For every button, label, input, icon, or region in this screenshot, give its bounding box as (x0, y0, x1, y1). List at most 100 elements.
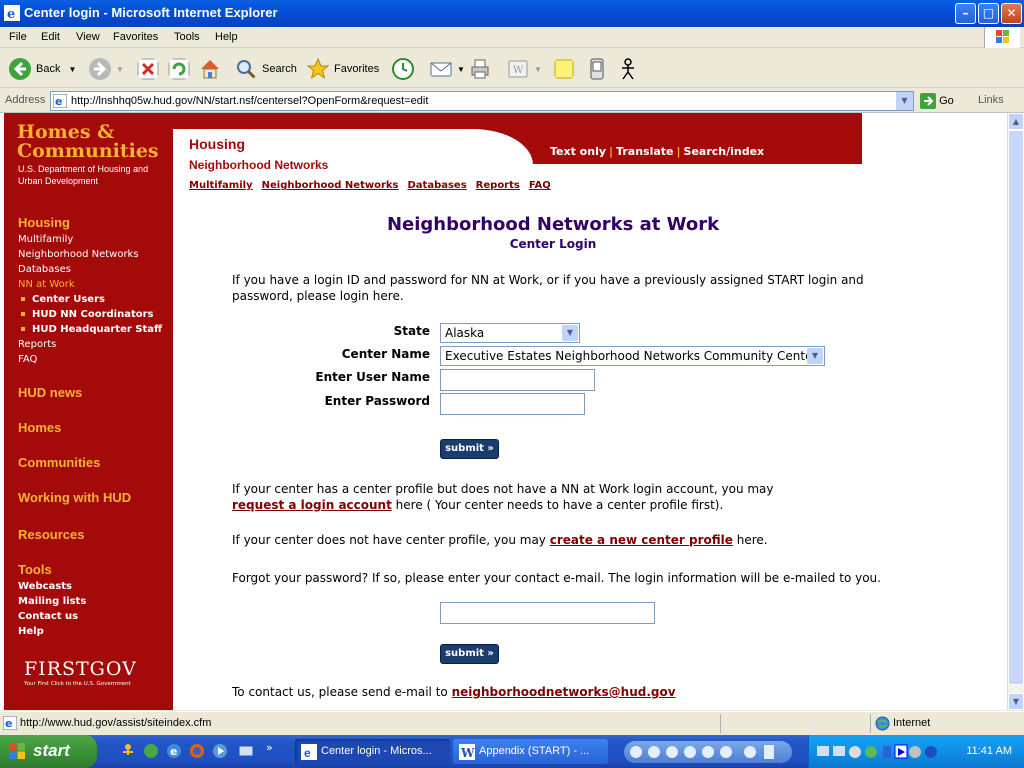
print-button[interactable] (468, 55, 496, 83)
quicklaunch-ie-icon[interactable]: e (166, 743, 182, 759)
vertical-scrollbar[interactable]: ▲ ▼ (1007, 113, 1024, 710)
sidebar-homes[interactable]: Homes (18, 420, 61, 435)
address-dropdown-icon[interactable]: ▼ (896, 92, 913, 110)
close-button[interactable]: ✕ (1001, 3, 1022, 24)
sidebar-databases[interactable]: Databases (18, 264, 71, 275)
history-button[interactable] (391, 55, 419, 83)
research-button[interactable] (616, 55, 644, 83)
username-input[interactable] (440, 369, 595, 391)
edit-button[interactable]: W ▼ (506, 55, 542, 83)
menu-bar: File Edit View Favorites Tools Help (0, 27, 1024, 48)
discuss-button[interactable] (552, 55, 580, 83)
subnav-reports[interactable]: Reports (476, 180, 520, 191)
ie-icon: e (4, 5, 20, 21)
menu-tools[interactable]: Tools (174, 31, 200, 43)
translate-link[interactable]: Translate (616, 145, 673, 158)
favorites-button[interactable]: Favorites (306, 55, 379, 83)
sub-navigation: Multifamily Neighborhood Networks Database… (189, 180, 560, 191)
center-name-label: Center Name (341, 347, 430, 361)
sidebar-tools[interactable]: Tools (18, 562, 52, 577)
go-button[interactable]: Go (920, 93, 954, 109)
word-icon: W (459, 744, 475, 760)
login-submit-button[interactable]: submit » (440, 439, 499, 459)
contact-email-input[interactable] (440, 602, 655, 624)
clock[interactable]: 11:41 AM (966, 745, 1012, 757)
favorites-label: Favorites (334, 63, 380, 75)
menu-file[interactable]: File (9, 31, 27, 43)
sidebar-communities[interactable]: Communities (18, 455, 100, 470)
sidebar-hud-news[interactable]: HUD news (18, 385, 82, 400)
stop-icon (137, 58, 159, 80)
svg-text:e: e (55, 95, 62, 108)
sidebar-multifamily[interactable]: Multifamily (18, 234, 73, 245)
sidebar-center-users[interactable]: Center Users (21, 294, 105, 305)
sidebar-contact-us[interactable]: Contact us (18, 611, 78, 622)
quicklaunch-desktop-icon[interactable] (238, 743, 254, 759)
ie-icon: e (301, 744, 317, 760)
search-button[interactable]: Search (234, 55, 297, 83)
quicklaunch-messenger-icon[interactable] (143, 743, 159, 759)
tray-icons[interactable] (817, 744, 937, 760)
text-only-link[interactable]: Text only (550, 145, 606, 158)
edit-dropdown-icon[interactable]: ▼ (534, 65, 542, 74)
search-index-link[interactable]: Search/index (684, 145, 765, 158)
quicklaunch-overflow-icon[interactable]: » (266, 741, 273, 754)
maximize-button[interactable]: □ (978, 3, 999, 24)
scroll-thumb[interactable] (1008, 130, 1024, 685)
home-button[interactable] (198, 55, 226, 83)
quicklaunch-media-icon[interactable] (212, 743, 228, 759)
links-button[interactable]: Links (978, 94, 1004, 106)
sidebar-hud-nn-coordinators[interactable]: HUD NN Coordinators (21, 309, 154, 320)
create-center-profile-link[interactable]: create a new center profile (550, 533, 733, 547)
logo-communities[interactable]: Communities (17, 140, 159, 162)
status-bar: e http://www.hud.gov/assist/siteindex.cf… (0, 711, 1024, 735)
forward-button[interactable]: ▼ (88, 55, 124, 83)
menu-edit[interactable]: Edit (41, 31, 60, 43)
sidebar-mailing-lists[interactable]: Mailing lists (18, 596, 86, 607)
messenger-button[interactable] (585, 55, 613, 83)
firstgov-logo[interactable]: FIRSTGOV Your First Click to the U.S. Go… (24, 658, 137, 687)
back-dropdown-icon[interactable]: ▼ (68, 65, 76, 74)
mail-button[interactable]: ▼ (429, 55, 465, 83)
sidebar-neighborhood-networks[interactable]: Neighborhood Networks (18, 249, 139, 260)
sidebar-resources[interactable]: Resources (18, 527, 84, 542)
back-button[interactable]: Back ▼ (8, 55, 76, 83)
quicklaunch-person-icon[interactable] (120, 743, 136, 759)
sidebar-webcasts[interactable]: Webcasts (18, 581, 72, 592)
menu-favorites[interactable]: Favorites (113, 31, 158, 43)
sidebar-reports[interactable]: Reports (18, 339, 56, 350)
password-input[interactable] (440, 393, 585, 415)
minimize-button[interactable]: – (955, 3, 976, 24)
refresh-button[interactable] (167, 55, 195, 83)
center-name-select[interactable]: Executive Estates Neighborhood Networks … (440, 346, 825, 366)
sidebar-faq[interactable]: FAQ (18, 354, 37, 365)
scroll-down-icon[interactable]: ▼ (1008, 693, 1024, 710)
stop-button[interactable] (136, 55, 164, 83)
subnav-databases[interactable]: Databases (408, 180, 467, 191)
subnav-multifamily[interactable]: Multifamily (189, 180, 253, 191)
address-input[interactable]: e http://lnshhq05w.hud.gov/NN/start.nsf/… (50, 91, 914, 111)
status-text: http://www.hud.gov/assist/siteindex.cfm (20, 717, 212, 729)
sidebar-help[interactable]: Help (18, 626, 44, 637)
state-value: Alaska (445, 326, 485, 340)
start-button[interactable]: start (0, 735, 97, 768)
subnav-neighborhood-networks[interactable]: Neighborhood Networks (262, 180, 399, 191)
subnav-faq[interactable]: FAQ (529, 180, 551, 191)
forward-dropdown-icon[interactable]: ▼ (116, 65, 124, 74)
email-submit-button[interactable]: submit » (440, 644, 499, 664)
sidebar-housing[interactable]: Housing (18, 215, 70, 230)
media-player-toolbar[interactable] (624, 741, 792, 763)
state-select[interactable]: Alaska ▼ (440, 323, 580, 343)
sidebar-hud-hq-staff[interactable]: HUD Headquarter Staff (21, 324, 162, 335)
mail-dropdown-icon[interactable]: ▼ (457, 65, 465, 74)
sidebar-nn-at-work[interactable]: NN at Work (18, 279, 75, 290)
scroll-up-icon[interactable]: ▲ (1008, 113, 1024, 130)
menu-view[interactable]: View (76, 31, 100, 43)
task-word-window[interactable]: W Appendix (START) - ... (453, 739, 608, 764)
menu-help[interactable]: Help (215, 31, 238, 43)
sidebar-working-with-hud[interactable]: Working with HUD (18, 490, 131, 505)
contact-email-link[interactable]: neighborhoodnetworks@hud.gov (452, 685, 676, 699)
quicklaunch-firefox-icon[interactable] (189, 743, 205, 759)
request-login-account-link[interactable]: request a login account (232, 498, 392, 512)
task-ie-window[interactable]: e Center login - Micros... (295, 739, 450, 764)
